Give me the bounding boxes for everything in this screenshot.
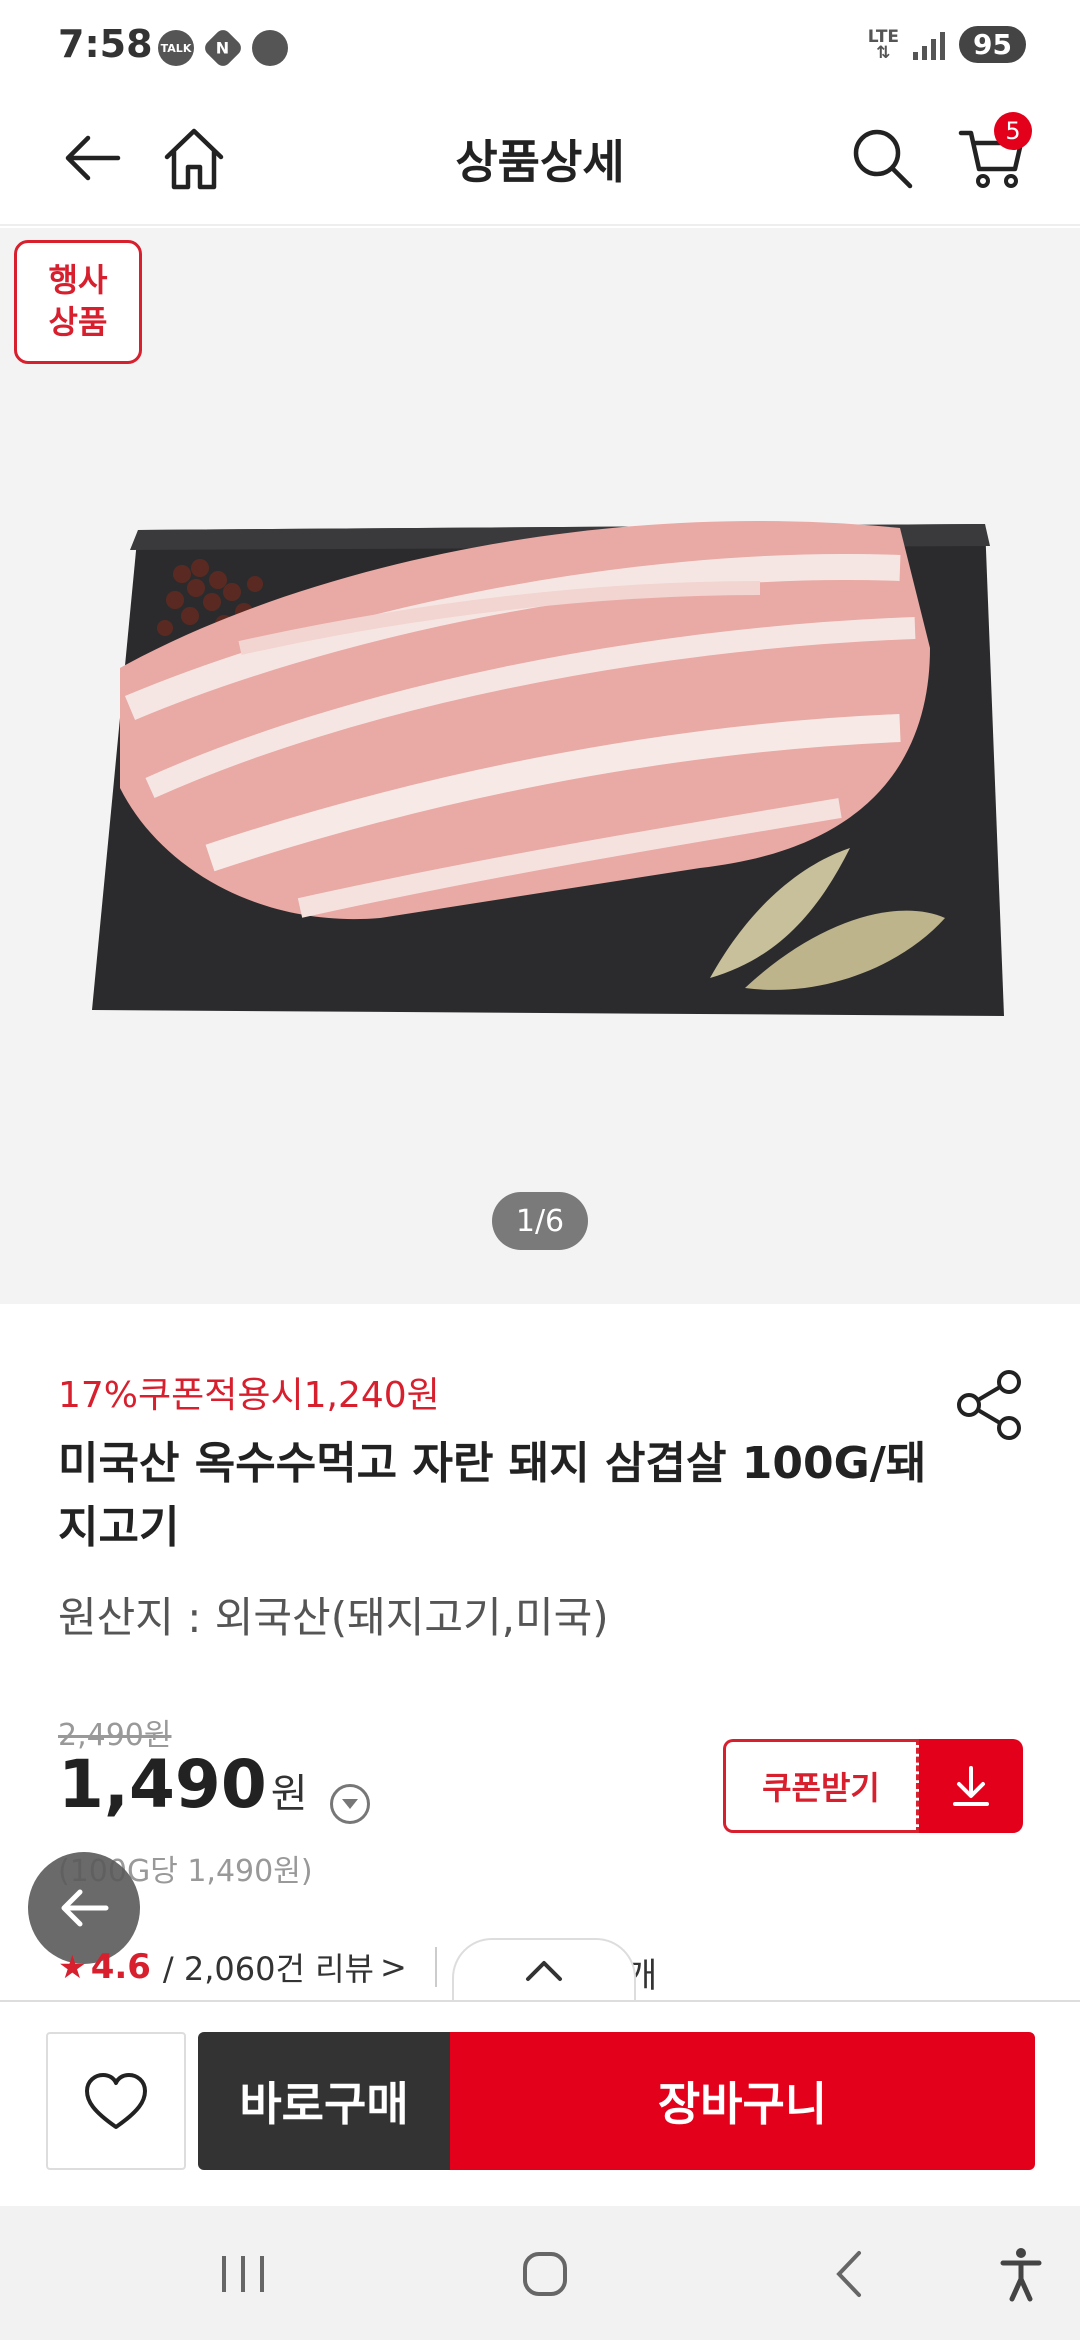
recent-apps-button[interactable]	[208, 2242, 278, 2306]
lte-icon: LTE ⇅	[867, 26, 900, 63]
accessibility-button[interactable]	[986, 2242, 1056, 2306]
review-count: / 2,060건 리뷰	[162, 1950, 374, 1988]
product-image-gallery[interactable]: 행사 상품 1/6	[0, 228, 1080, 1304]
price-unit: 원	[270, 1771, 308, 1817]
status-right: LTE ⇅ 95	[868, 26, 1026, 63]
recent-apps-icon	[222, 2256, 264, 2292]
system-navigation-bar	[0, 2206, 1080, 2340]
heart-icon	[85, 2073, 147, 2129]
download-icon	[919, 1739, 1023, 1833]
collapse-toggle[interactable]	[452, 1938, 636, 2002]
share-icon	[957, 1370, 1021, 1440]
chevron-right-icon: >	[379, 1948, 407, 1986]
origin-info: 원산지 : 외국산(돼지고기,미국)	[58, 1593, 609, 1642]
chevron-up-icon	[526, 1961, 562, 1981]
battery-indicator: 95	[959, 26, 1026, 63]
search-icon	[853, 129, 913, 189]
cart-button[interactable]: 5	[950, 112, 1034, 200]
image-page-indicator: 1/6	[492, 1192, 588, 1250]
arrow-left-icon	[61, 1889, 109, 1927]
event-product-badge: 행사 상품	[14, 240, 142, 364]
status-bar: 7:58 TALK N LTE ⇅ 95	[0, 0, 1080, 96]
notification-icons: TALK N	[158, 26, 288, 70]
cart-count-badge: 5	[994, 112, 1032, 150]
purchase-bar: 바로구매 장바구니	[0, 2000, 1080, 2206]
product-name: 미국산 옥수수먹고 자란 돼지 삼겹살 100G/돼지고기	[58, 1438, 927, 1553]
divider	[434, 1947, 437, 1987]
price-detail-toggle[interactable]	[329, 1784, 370, 1824]
chevron-down-icon	[341, 1799, 358, 1809]
talk-icon: TALK	[158, 30, 194, 66]
product-photo	[92, 520, 1004, 1016]
coupon-download-button[interactable]: 쿠폰받기	[723, 1739, 1023, 1833]
coupon-price-text: 17%쿠폰적용시1,240원	[58, 1375, 440, 1416]
search-button[interactable]	[840, 116, 924, 200]
chat-bubble-icon	[252, 30, 288, 66]
home-circle-icon	[523, 2252, 567, 2296]
share-button[interactable]	[955, 1368, 1029, 1442]
naver-icon: N	[201, 26, 245, 70]
chevron-left-icon	[836, 2251, 861, 2297]
accessibility-icon	[1000, 2248, 1042, 2302]
add-to-cart-button[interactable]: 장바구니	[450, 2032, 1035, 2170]
status-time: 7:58	[58, 22, 153, 66]
app-header: 상품상세 5	[0, 96, 1080, 226]
home-nav-button[interactable]	[510, 2242, 580, 2306]
signal-icon	[913, 30, 946, 60]
rating-value: 4.6	[90, 1947, 151, 1987]
wishlist-button[interactable]	[46, 2032, 186, 2170]
coupon-button-label: 쿠폰받기	[723, 1739, 919, 1833]
back-nav-button[interactable]	[814, 2242, 884, 2306]
review-summary[interactable]: ★ 4.6 / 2,060건 리뷰 >	[58, 1944, 437, 1990]
buy-now-button[interactable]: 바로구매	[198, 2032, 450, 2170]
star-icon: ★	[58, 1948, 87, 1986]
price-row: 1,490 원	[58, 1746, 370, 1824]
sale-price: 1,490	[58, 1746, 267, 1823]
